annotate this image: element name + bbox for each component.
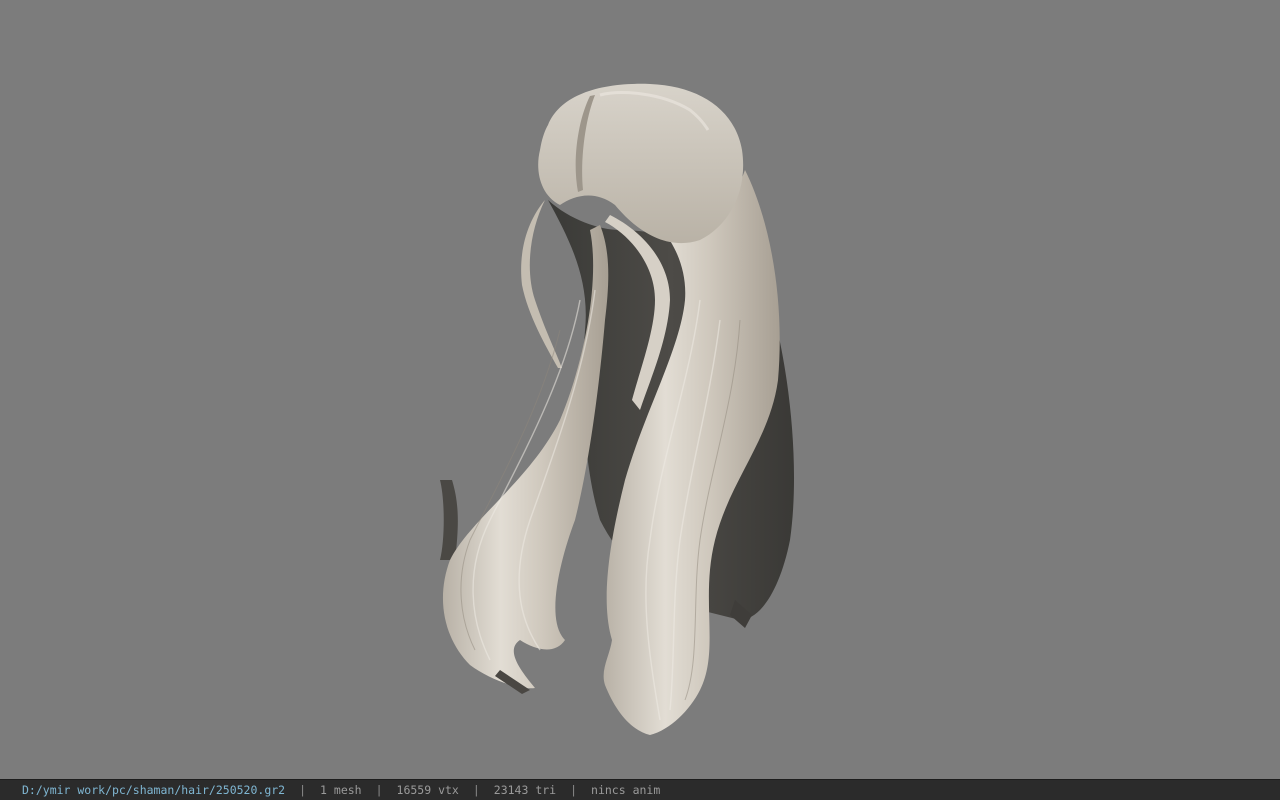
file-path: D:/ymir work/pc/shaman/hair/250520.gr2 xyxy=(22,783,286,797)
separator: | xyxy=(472,783,480,797)
triangle-count: 23143 tri xyxy=(493,783,557,797)
separator: | xyxy=(570,783,578,797)
status-bar: D:/ymir work/pc/shaman/hair/250520.gr2 |… xyxy=(0,779,1280,800)
separator: | xyxy=(375,783,383,797)
animation-status: nincs anim xyxy=(591,783,661,797)
separator: | xyxy=(299,783,307,797)
mesh-count: 1 mesh xyxy=(320,783,362,797)
vertex-count: 16559 vtx xyxy=(396,783,459,797)
3d-viewport[interactable] xyxy=(0,0,1280,779)
hair-model-render xyxy=(440,83,795,735)
